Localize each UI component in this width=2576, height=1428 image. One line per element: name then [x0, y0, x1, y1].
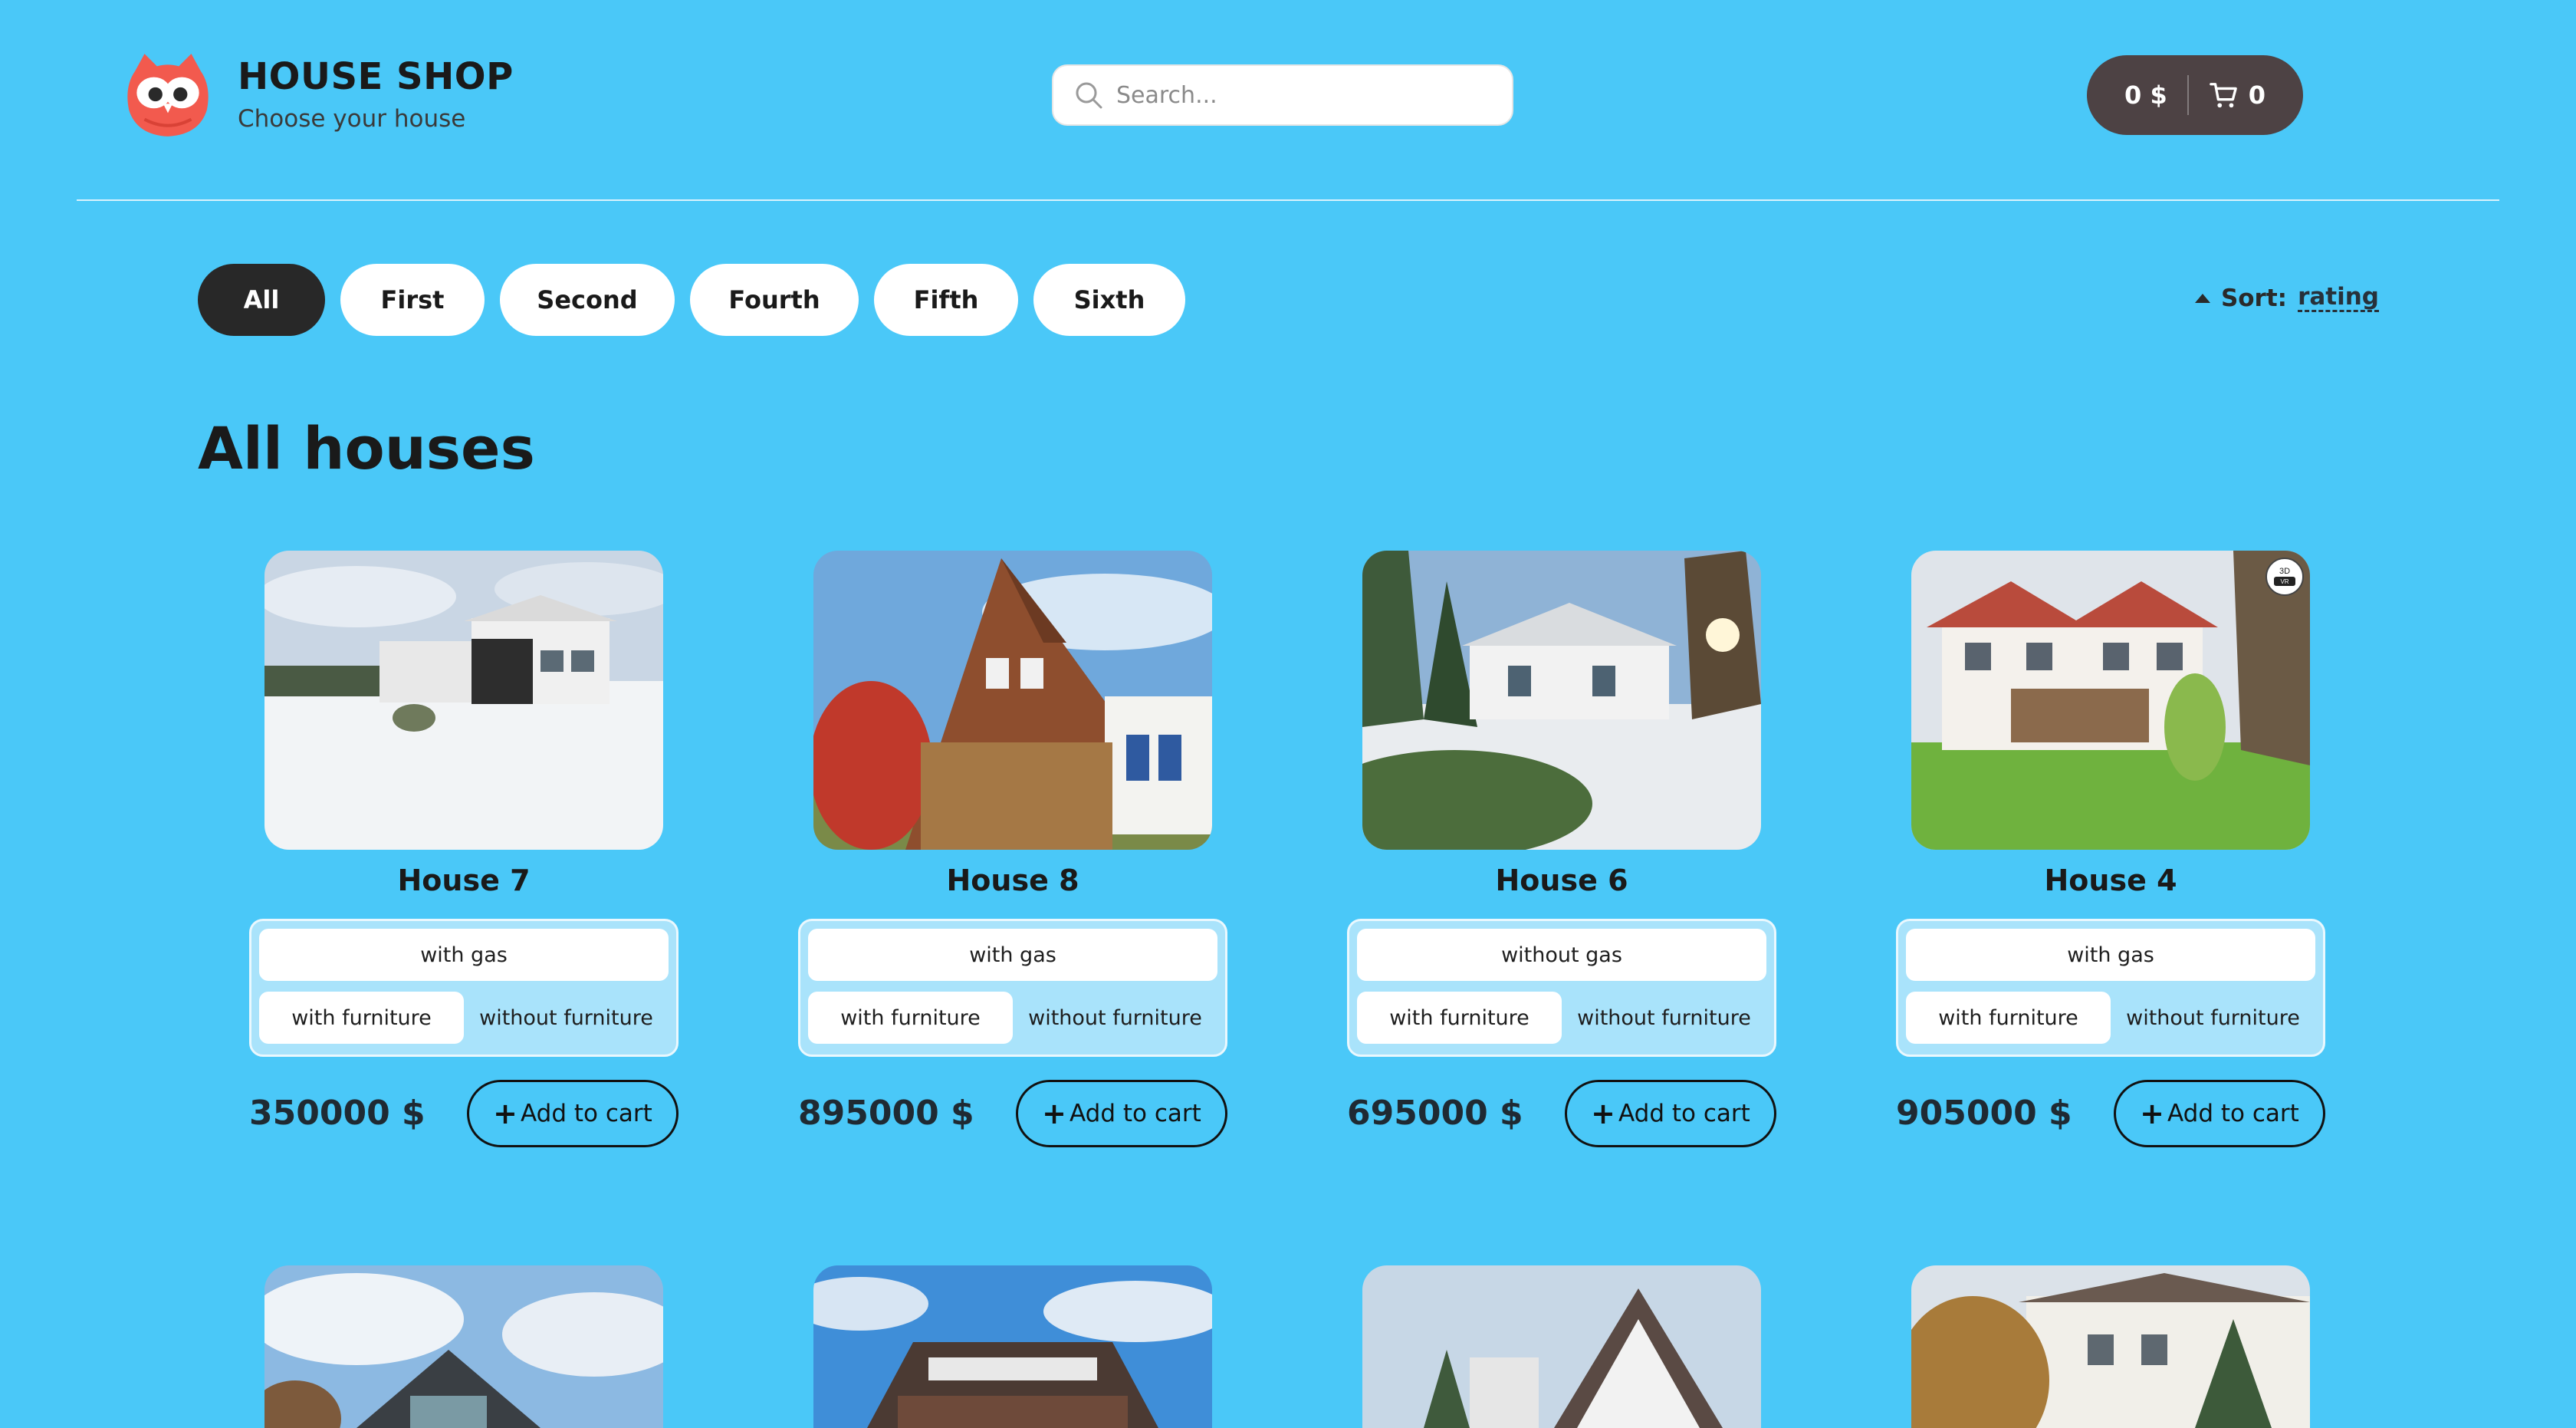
- product-image[interactable]: [813, 1265, 1212, 1428]
- product-image[interactable]: [1911, 1265, 2310, 1428]
- product-image[interactable]: [1362, 551, 1761, 850]
- cart-divider: [2187, 75, 2189, 115]
- plus-icon: +: [493, 1097, 518, 1130]
- category-fourth[interactable]: Fourth: [690, 264, 859, 336]
- without-furniture-option[interactable]: without furniture: [464, 992, 669, 1044]
- product-options: with gas with furniture without furnitur…: [1896, 919, 2325, 1057]
- plus-icon: +: [1591, 1097, 1616, 1130]
- category-list: All First Second Fourth Fifth Sixth: [198, 264, 1201, 336]
- product-image[interactable]: [813, 551, 1212, 850]
- category-sixth[interactable]: Sixth: [1033, 264, 1185, 336]
- cart-icon: [2209, 83, 2237, 108]
- product-image[interactable]: [1911, 551, 2310, 850]
- product-name: House 7: [397, 864, 531, 897]
- sort-arrow-icon: [2194, 293, 2210, 303]
- cart-button[interactable]: 0 $ 0: [2087, 55, 2303, 135]
- with-furniture-option[interactable]: with furniture: [808, 992, 1013, 1044]
- with-furniture-option[interactable]: with furniture: [259, 992, 464, 1044]
- sort-value[interactable]: rating: [2298, 284, 2379, 313]
- cart-count: 0: [2248, 81, 2266, 110]
- product-name: House 6: [1495, 864, 1628, 897]
- without-furniture-option[interactable]: without furniture: [1013, 992, 1217, 1044]
- 3d-vr-badge-icon[interactable]: 3D VR: [2265, 557, 2305, 597]
- brand-title: HOUSE SHOP: [238, 55, 514, 99]
- product-options: with gas with furniture without furnitur…: [249, 919, 678, 1057]
- plus-icon: +: [1042, 1097, 1067, 1130]
- add-to-cart-label: Add to cart: [2167, 1100, 2299, 1127]
- add-to-cart-button[interactable]: + Add to cart: [2114, 1080, 2325, 1147]
- section-title: All houses: [198, 414, 535, 482]
- search-input[interactable]: [1116, 81, 1484, 109]
- category-second[interactable]: Second: [500, 264, 675, 336]
- brand-subtitle: Choose your house: [238, 104, 466, 133]
- search-box[interactable]: [1052, 64, 1513, 126]
- product-image[interactable]: [264, 1265, 663, 1428]
- product-image[interactable]: [1362, 1265, 1761, 1428]
- svg-text:VR: VR: [2280, 578, 2288, 585]
- product-price: 905000 $: [1896, 1094, 2072, 1133]
- product-options: without gas with furniture without furni…: [1347, 919, 1776, 1057]
- without-furniture-option[interactable]: without furniture: [1562, 992, 1766, 1044]
- category-fifth[interactable]: Fifth: [874, 264, 1018, 336]
- gas-option[interactable]: with gas: [808, 929, 1217, 981]
- svg-text:3D: 3D: [2279, 567, 2290, 576]
- product-name: House 8: [946, 864, 1079, 897]
- brand[interactable]: HOUSE SHOP Choose your house: [121, 48, 514, 141]
- without-furniture-option[interactable]: without furniture: [2111, 992, 2315, 1044]
- search-icon: [1076, 82, 1102, 109]
- add-to-cart-label: Add to cart: [1618, 1100, 1750, 1127]
- product-options: with gas with furniture without furnitur…: [798, 919, 1227, 1057]
- gas-option[interactable]: with gas: [259, 929, 669, 981]
- add-to-cart-button[interactable]: + Add to cart: [1016, 1080, 1227, 1147]
- product-price: 350000 $: [249, 1094, 426, 1133]
- product-image[interactable]: [264, 551, 663, 850]
- gas-option[interactable]: without gas: [1357, 929, 1766, 981]
- gas-option[interactable]: with gas: [1906, 929, 2315, 981]
- plus-icon: +: [2140, 1097, 2165, 1130]
- category-first[interactable]: First: [340, 264, 485, 336]
- page: HOUSE SHOP Choose your house 0 $ 0 All F…: [0, 0, 2576, 1428]
- product-price: 895000 $: [798, 1094, 974, 1133]
- category-all[interactable]: All: [198, 264, 325, 336]
- product-name: House 4: [2044, 864, 2177, 897]
- owl-logo-icon: [127, 54, 209, 137]
- sort-control[interactable]: Sort: rating: [2194, 284, 2379, 313]
- sort-label: Sort:: [2220, 284, 2288, 312]
- cart-total: 0 $: [2124, 81, 2167, 110]
- product-price: 695000 $: [1347, 1094, 1523, 1133]
- with-furniture-option[interactable]: with furniture: [1357, 992, 1562, 1044]
- add-to-cart-label: Add to cart: [521, 1100, 652, 1127]
- with-furniture-option[interactable]: with furniture: [1906, 992, 2111, 1044]
- add-to-cart-button[interactable]: + Add to cart: [1565, 1080, 1776, 1147]
- add-to-cart-button[interactable]: + Add to cart: [467, 1080, 678, 1147]
- add-to-cart-label: Add to cart: [1070, 1100, 1201, 1127]
